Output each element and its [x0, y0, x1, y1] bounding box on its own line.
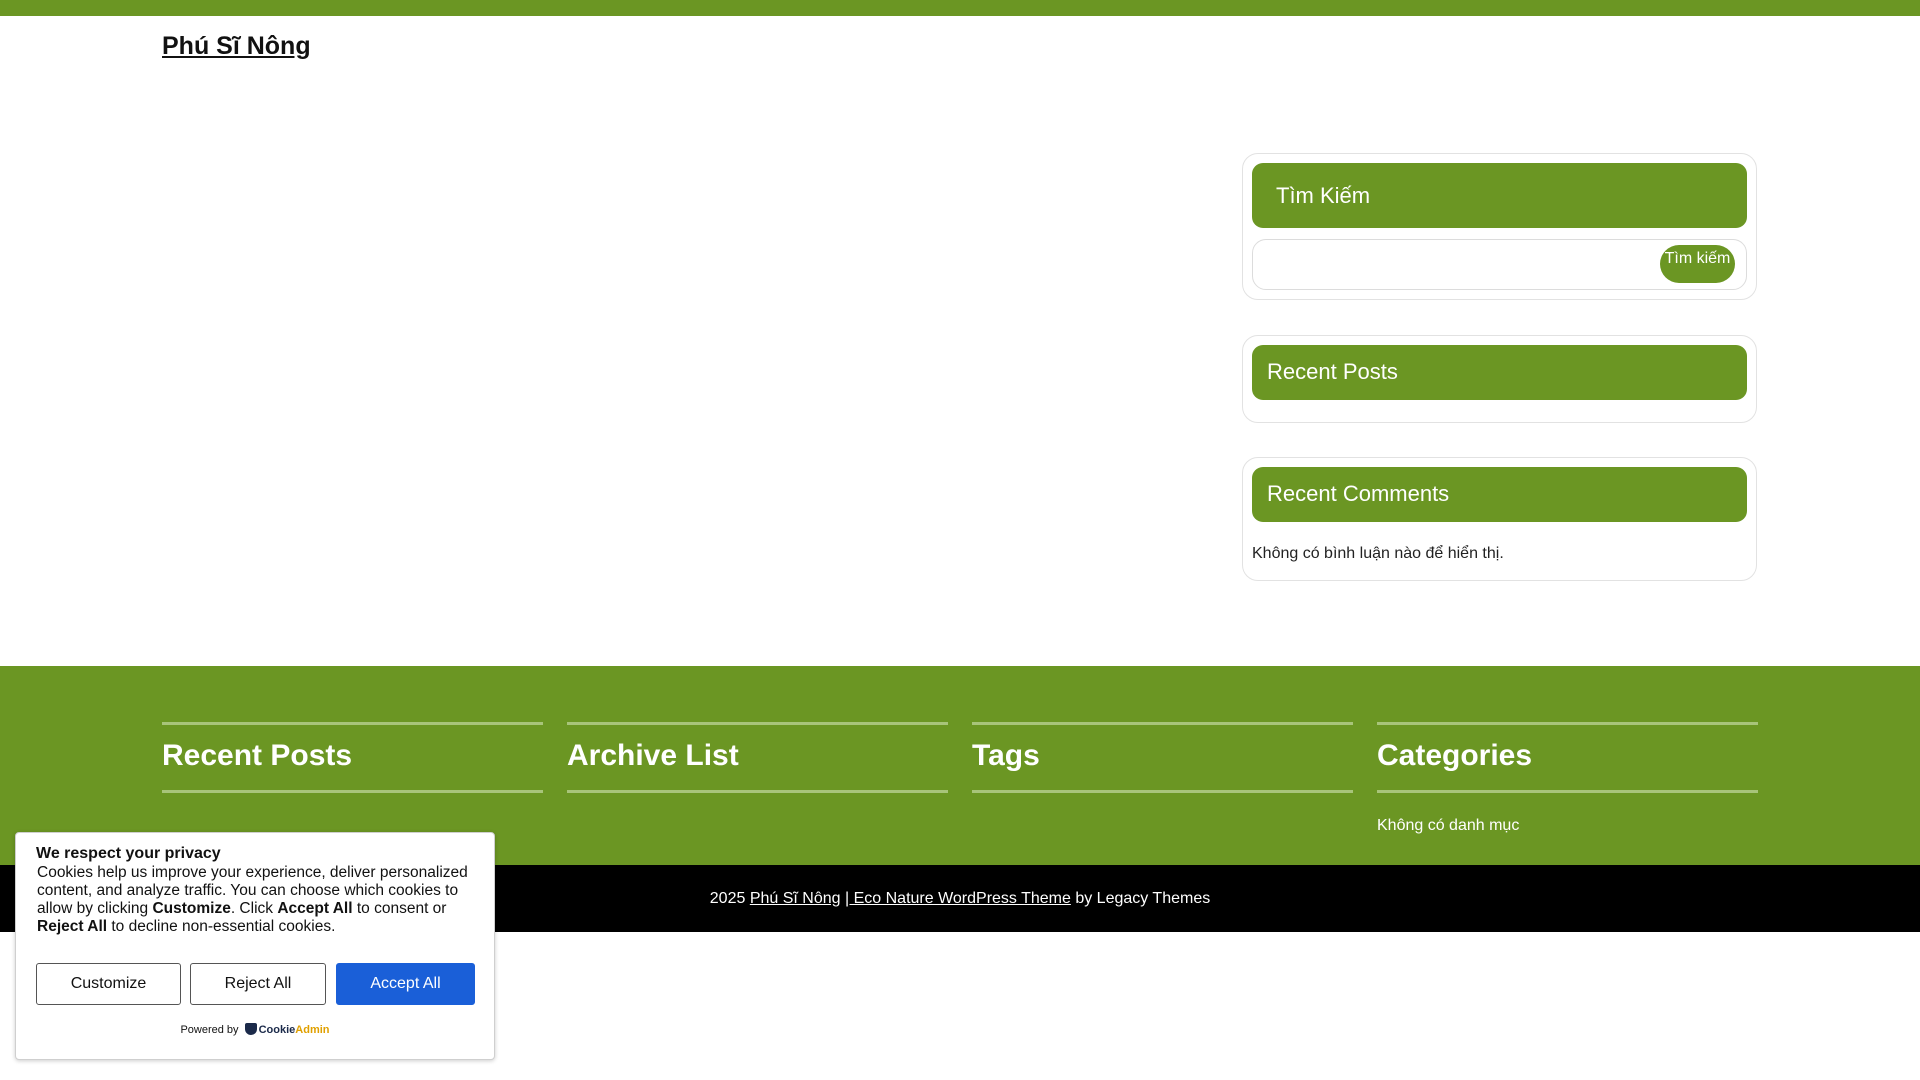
footer-divider: [972, 790, 1353, 793]
footer-by-text: by Legacy Themes: [1075, 890, 1211, 907]
copyright-year: 2025: [709, 890, 746, 907]
footer-divider: [162, 790, 543, 793]
shield-icon: [244, 1023, 257, 1035]
footer-col-title: Archive List: [567, 739, 739, 772]
cookie-accept-button[interactable]: Accept All: [336, 963, 475, 1005]
brand-part: Admin: [295, 1024, 330, 1036]
top-accent-bar: [0, 0, 1920, 16]
footer-col-categories: Categories Không có danh mục: [1377, 722, 1758, 835]
search-button[interactable]: Tìm kiếm: [1660, 245, 1735, 283]
search-widget: Tìm Kiếm Tìm kiếm: [1242, 153, 1757, 300]
footer-col-recent-posts: Recent Posts: [162, 722, 543, 817]
footer-col-tags: Tags: [972, 722, 1353, 817]
footer-site-link[interactable]: Phú Sĩ Nông: [750, 890, 841, 907]
footer-col-title: Categories: [1377, 739, 1533, 772]
cookieadmin-logo[interactable]: CookieAdmin: [259, 1024, 330, 1036]
recent-posts-widget-title: Recent Posts: [1252, 345, 1747, 400]
site-title-link[interactable]: Phú Sĩ Nông: [162, 32, 311, 61]
cookie-text-reject: Reject All: [37, 918, 108, 935]
cookie-description: Cookies help us improve your experience,…: [37, 864, 477, 936]
cookie-text-customize: Customize: [152, 900, 231, 917]
powered-by-label: Powered by: [180, 1024, 239, 1036]
cookie-text-part: to decline non-essential cookies.: [107, 918, 336, 935]
footer-col-title: Tags: [972, 739, 1040, 772]
footer-theme-link[interactable]: | Eco Nature WordPress Theme: [845, 890, 1071, 907]
cookie-reject-button[interactable]: Reject All: [190, 963, 326, 1005]
cookie-text-part: to consent or: [352, 900, 447, 917]
powered-by: Powered by CookieAdmin: [16, 1023, 494, 1036]
cookie-text-accept: Accept All: [277, 900, 353, 917]
brand-part: Cookie: [258, 1024, 296, 1036]
cookie-consent-banner: We respect your privacy Cookies help us …: [15, 832, 495, 1060]
search-input[interactable]: Tìm kiếm: [1252, 239, 1747, 290]
no-comments-text: Không có bình luận nào để hiển thị.: [1252, 545, 1504, 562]
recent-posts-widget: Recent Posts: [1242, 335, 1757, 423]
search-widget-title: Tìm Kiếm: [1252, 163, 1747, 228]
cookie-text-part: . Click: [230, 900, 278, 917]
footer-col-archive-list: Archive List: [567, 722, 948, 817]
cookie-title: We respect your privacy: [36, 845, 221, 862]
footer-divider: [1377, 790, 1758, 793]
cookie-customize-button[interactable]: Customize: [36, 963, 181, 1005]
footer-divider: [567, 790, 948, 793]
recent-comments-widget-title: Recent Comments: [1252, 467, 1747, 522]
footer-col-title: Recent Posts: [162, 739, 353, 772]
footer-categories-empty-text: Không có danh mục: [1377, 817, 1520, 834]
recent-comments-widget: Recent Comments Không có bình luận nào đ…: [1242, 457, 1757, 581]
